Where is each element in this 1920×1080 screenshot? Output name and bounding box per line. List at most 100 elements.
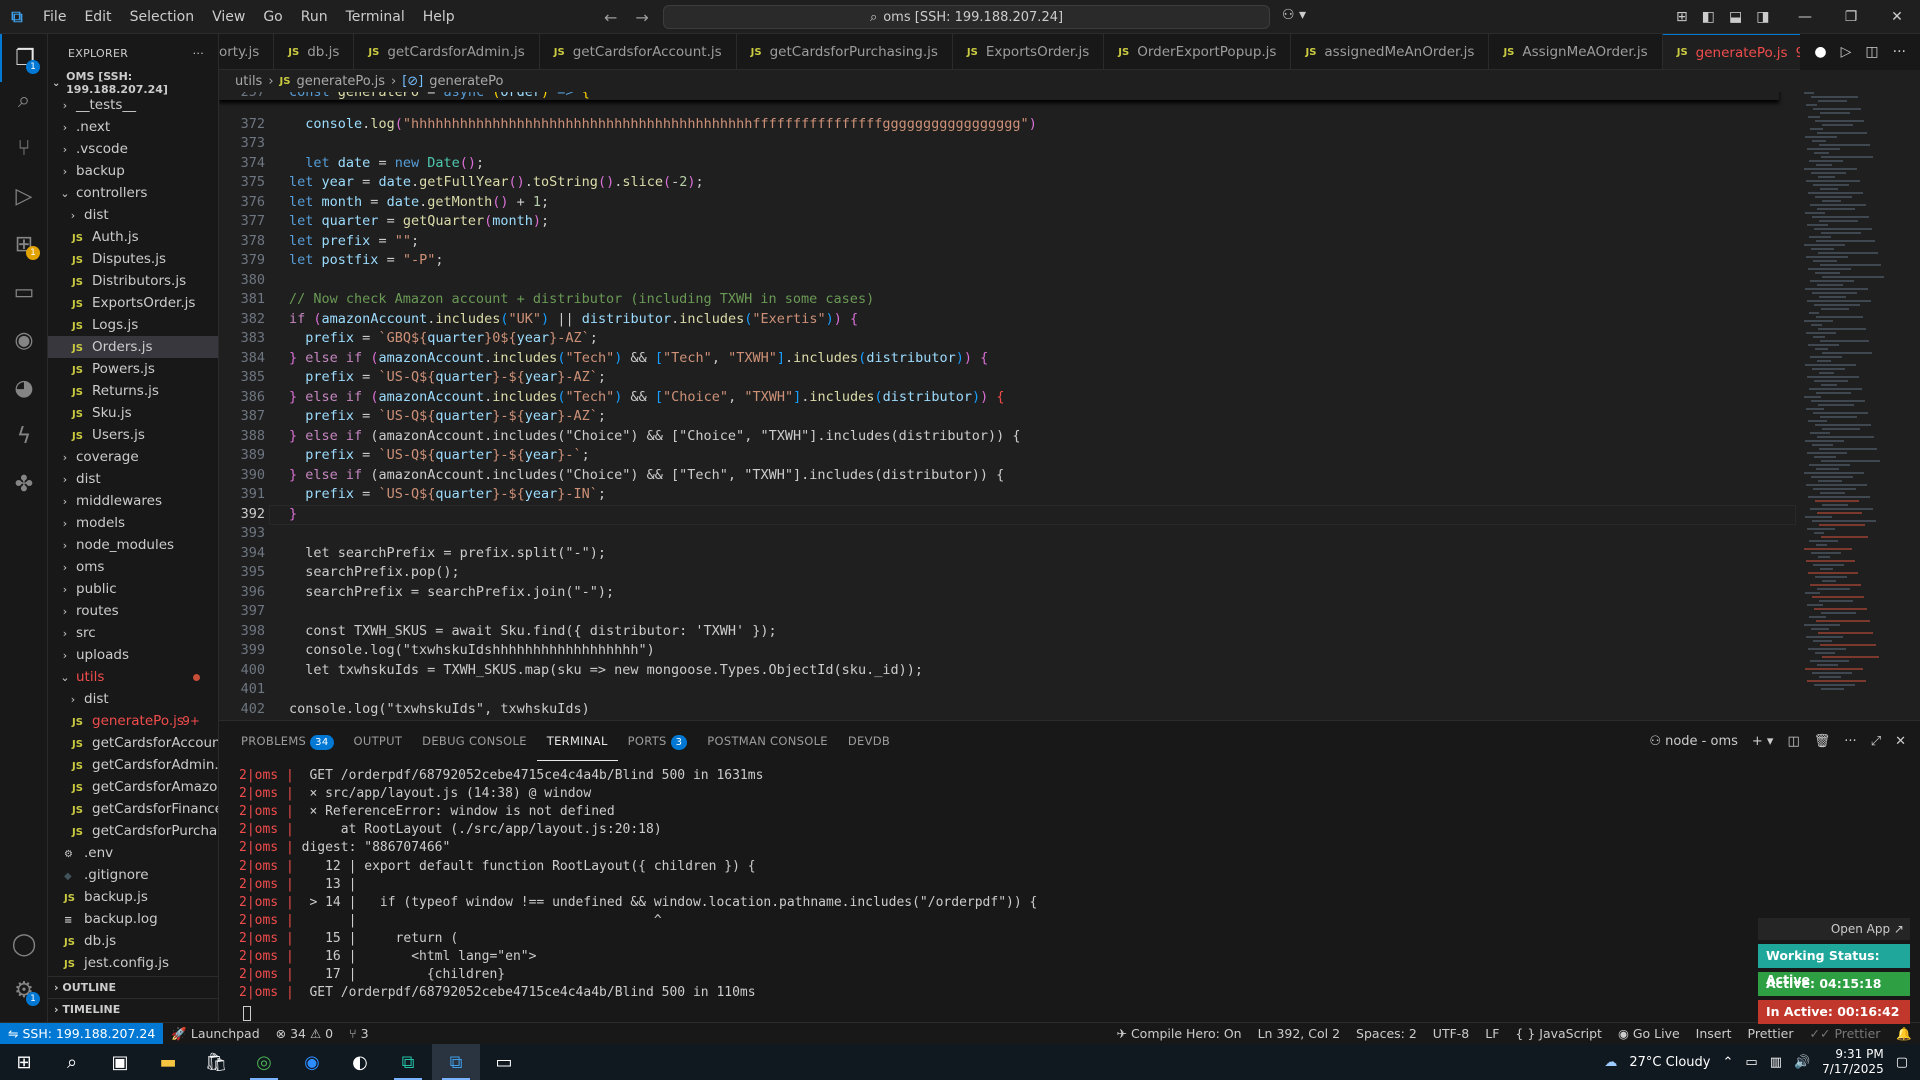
restore-icon[interactable]: ❐: [1828, 0, 1874, 34]
store-icon[interactable]: 🛍: [192, 1044, 240, 1080]
settings-gear-icon[interactable]: ⚙ 1: [0, 966, 48, 1014]
code-editor[interactable]: const generatePo = async (order) => {257…: [219, 92, 1796, 720]
editor-tab[interactable]: JS OrderExportPopup.js: [1104, 34, 1292, 69]
file-item[interactable]: JS jest.config.js: [48, 952, 218, 974]
menu-go[interactable]: Go: [254, 0, 291, 34]
maximize-panel-icon[interactable]: ⤢: [1871, 734, 1881, 749]
code-line[interactable]: let quarter = getQuarter(month);: [289, 213, 549, 229]
folder-item[interactable]: › coverage: [48, 446, 218, 468]
editor-tab[interactable]: JS getCardsforAdmin.js: [354, 34, 540, 69]
problems-item[interactable]: ⊗ 34 ⚠ 0: [268, 1026, 341, 1041]
insert-mode[interactable]: Insert: [1688, 1026, 1740, 1041]
split-editor-icon[interactable]: ◫: [1865, 44, 1878, 60]
toggle-sidebar-icon[interactable]: ◧: [1702, 9, 1715, 25]
run-debug-icon[interactable]: ▷: [0, 172, 48, 220]
chevron-up-icon[interactable]: ⌃: [1722, 1055, 1733, 1070]
file-item[interactable]: JS generatePo.js 9+: [48, 710, 218, 732]
editor-tab[interactable]: JS AssignMeAOrder.js: [1489, 34, 1663, 69]
terminal-profile[interactable]: ⚇ node - oms: [1649, 734, 1738, 749]
breadcrumb-file[interactable]: generatePo.js: [296, 74, 385, 89]
editor-tab[interactable]: JS assignedMeAnOrder.js: [1291, 34, 1490, 69]
go-live-item[interactable]: ◉ Go Live: [1610, 1026, 1688, 1041]
breadcrumb-folder[interactable]: utils: [235, 74, 262, 89]
close-panel-icon[interactable]: ✕: [1895, 734, 1906, 749]
python-icon[interactable]: ✤: [0, 460, 48, 508]
code-line[interactable]: prefix = `US-Q${quarter}-${year}-IN`;: [289, 486, 606, 502]
folder-item[interactable]: › public: [48, 578, 218, 600]
panel-tab[interactable]: DEVDB: [838, 721, 900, 761]
minimap[interactable]: [1796, 92, 1920, 720]
file-explorer-icon[interactable]: ▬: [144, 1044, 192, 1080]
clock[interactable]: 9:31 PM 7/17/2025: [1822, 1047, 1884, 1077]
file-item[interactable]: ◆ .gitignore: [48, 864, 218, 886]
editor-tab[interactable]: JS ExportsOrder.js: [953, 34, 1105, 69]
file-item[interactable]: JS Distributors.js: [48, 270, 218, 292]
folder-item[interactable]: › dist: [48, 688, 218, 710]
code-line[interactable]: let month = date.getMonth() + 1;: [289, 194, 549, 210]
folder-item[interactable]: › .next: [48, 116, 218, 138]
folder-item[interactable]: ⌄ utils: [48, 666, 218, 688]
code-line[interactable]: prefix = `US-Q${quarter}-${year}-`;: [289, 447, 590, 463]
code-line[interactable]: } else if (amazonAccount.includes("Tech"…: [289, 350, 988, 366]
language-mode[interactable]: { } JavaScript: [1507, 1026, 1610, 1041]
task-view-icon[interactable]: ▣: [96, 1044, 144, 1080]
prettier-check-item[interactable]: ✓✓ Prettier: [1802, 1026, 1889, 1041]
git-graph-icon[interactable]: ◉: [0, 316, 48, 364]
launchpad-item[interactable]: 🚀 Launchpad: [163, 1026, 267, 1042]
file-item[interactable]: JS Disputes.js: [48, 248, 218, 270]
search-icon[interactable]: ⌕: [0, 76, 48, 124]
file-item[interactable]: JS db.js: [48, 930, 218, 952]
file-item[interactable]: JS getCardsforAmazon.js: [48, 776, 218, 798]
file-item[interactable]: JS Auth.js: [48, 226, 218, 248]
minimize-icon[interactable]: —: [1782, 0, 1828, 34]
file-item[interactable]: JS Users.js: [48, 424, 218, 446]
code-line[interactable]: console.log("txwhskuIds", txwhskuIds): [289, 701, 590, 717]
file-item[interactable]: JS Returns.js: [48, 380, 218, 402]
code-line[interactable]: // Now check Amazon account + distributo…: [289, 291, 874, 307]
folder-item[interactable]: › node_modules: [48, 534, 218, 556]
code-line[interactable]: let prefix = "";: [289, 233, 419, 249]
code-line[interactable]: let date = new Date();: [289, 155, 484, 171]
file-item[interactable]: JS getCardsforFinance.js: [48, 798, 218, 820]
code-line[interactable]: } else if (amazonAccount.includes("Choic…: [289, 467, 1004, 483]
new-terminal-icon[interactable]: + ▾: [1752, 734, 1774, 749]
open-app-button[interactable]: Open App ↗: [1758, 918, 1910, 940]
chrome-icon[interactable]: ◎: [240, 1044, 288, 1080]
panel-tab[interactable]: POSTMAN CONSOLE: [697, 721, 838, 761]
search-icon[interactable]: ⌕: [48, 1044, 96, 1080]
accounts-icon[interactable]: ◯: [0, 920, 48, 968]
code-line[interactable]: prefix = `US-Q${quarter}-${year}-AZ`;: [289, 369, 606, 385]
source-control-icon[interactable]: ⑂: [0, 124, 48, 172]
panel-tab[interactable]: PORTS 3: [618, 721, 698, 761]
file-item[interactable]: JS ExportsOrder.js: [48, 292, 218, 314]
code-line[interactable]: prefix = `US-Q${quarter}-${year}-AZ`;: [289, 408, 606, 424]
file-item[interactable]: ≡ backup.log: [48, 908, 218, 930]
panel-tab[interactable]: OUTPUT: [344, 721, 413, 761]
editor-tab[interactable]: JS getCardsforPurchasing.js: [737, 34, 953, 69]
file-item[interactable]: JS backup.js: [48, 886, 218, 908]
code-line[interactable]: } else if (amazonAccount.includes("Tech"…: [289, 389, 1005, 405]
back-arrow-icon[interactable]: ←: [604, 8, 617, 27]
file-item[interactable]: ⚙ .env: [48, 842, 218, 864]
folder-item[interactable]: › models: [48, 512, 218, 534]
copilot-icon[interactable]: ⚇ ▾: [1282, 7, 1306, 23]
code-line[interactable]: const generatePo = async (order) => {: [219, 92, 1779, 100]
menu-help[interactable]: Help: [414, 0, 464, 34]
run-icon[interactable]: ▷: [1841, 44, 1852, 60]
menu-selection[interactable]: Selection: [121, 0, 204, 34]
command-center[interactable]: ⌕ oms [SSH: 199.188.207.24]: [663, 5, 1270, 29]
close-icon[interactable]: ✕: [1874, 0, 1920, 34]
code-line[interactable]: } else if (amazonAccount.includes("Choic…: [289, 428, 1021, 444]
file-item[interactable]: JS Sku.js: [48, 402, 218, 424]
menu-view[interactable]: View: [203, 0, 254, 34]
file-item[interactable]: JS Orders.js: [48, 336, 218, 358]
split-terminal-icon[interactable]: ◫: [1787, 734, 1799, 749]
weather-label[interactable]: 27°C Cloudy: [1629, 1055, 1710, 1070]
editor-tab[interactable]: JS db.js: [274, 34, 355, 69]
code-line[interactable]: console.log("hhhhhhhhhhhhhhhhhhhhhhhhhhh…: [289, 116, 1037, 132]
file-item[interactable]: JS getCardsforAdmin.js: [48, 754, 218, 776]
unsaved-dot-icon[interactable]: ●: [1814, 44, 1826, 60]
prettier-item[interactable]: Prettier: [1740, 1026, 1802, 1041]
panel-tab[interactable]: PROBLEMS 34: [231, 721, 344, 761]
ports-item[interactable]: ⑂ 3: [341, 1026, 376, 1041]
